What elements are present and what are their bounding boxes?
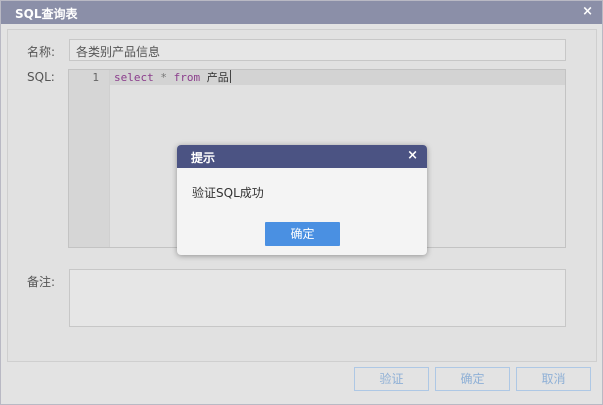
dialog-title: 提示 [191,151,216,165]
table-identifier: 产品 [206,71,229,84]
window-title: SQL查询表 [15,7,78,21]
text-cursor [229,70,231,83]
sql-label: SQL: [27,70,55,84]
cancel-button[interactable]: 取消 [516,367,591,391]
verify-button[interactable]: 验证 [354,367,429,391]
keyword-select: select [114,71,154,84]
window-close-icon[interactable]: × [582,4,593,19]
sql-query-window: SQL查询表 × 名称: 各类别产品信息 SQL: 1 select * fro… [0,0,603,405]
alert-dialog: 提示 × 验证SQL成功 确定 [177,145,427,255]
ok-button[interactable]: 确定 [435,367,510,391]
dialog-message: 验证SQL成功 [192,186,264,200]
name-label: 名称: [27,45,56,59]
line-gutter: 1 [69,70,110,247]
operator-star: * [160,71,167,84]
line-number: 1 [92,71,99,84]
dialog-ok-button[interactable]: 确定 [265,222,340,246]
keyword-from: from [173,71,201,84]
sql-code-line[interactable]: select * from 产品 [114,70,231,85]
remark-textarea[interactable] [69,269,566,327]
remark-label: 备注: [27,275,56,289]
dialog-close-icon[interactable]: × [407,148,418,163]
window-titlebar: SQL查询表 × [1,1,602,24]
name-input[interactable]: 各类别产品信息 [69,39,566,61]
dialog-header: 提示 × [177,145,427,168]
